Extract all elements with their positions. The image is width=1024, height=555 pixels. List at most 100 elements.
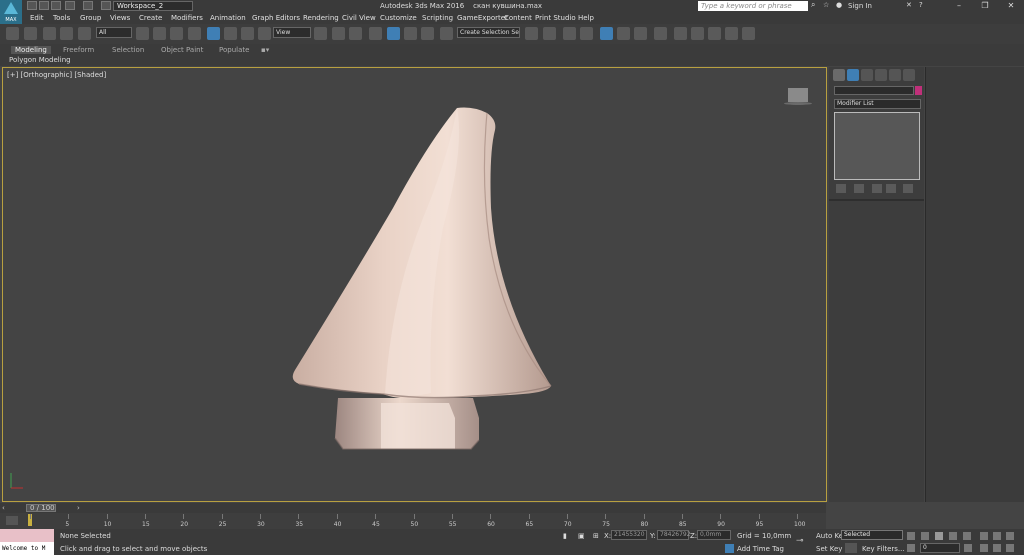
edit-named-selection-icon[interactable]: [440, 27, 453, 40]
select-rotate-icon[interactable]: [224, 27, 237, 40]
project-folder-icon[interactable]: [101, 1, 111, 10]
tab-populate[interactable]: Populate: [219, 46, 249, 54]
time-slider[interactable]: 0 / 100 ‹ ›: [0, 503, 826, 513]
menu-animation[interactable]: Animation: [210, 14, 246, 22]
selection-lock-icon[interactable]: ▣: [578, 532, 585, 540]
sign-in-button[interactable]: Sign In: [848, 2, 872, 10]
set-key-button[interactable]: Set Key: [816, 545, 842, 553]
menu-print-studio[interactable]: Print Studio: [535, 14, 576, 22]
menu-group[interactable]: Group: [80, 14, 101, 22]
exchange-icon[interactable]: ✕: [906, 1, 916, 10]
time-configuration-icon[interactable]: [964, 544, 972, 552]
tab-modeling[interactable]: Modeling: [11, 46, 51, 54]
maxscript-mini-listener[interactable]: Welcome to M: [0, 542, 54, 555]
set-keys-key-icon[interactable]: ⊸: [796, 536, 804, 546]
selection-filter-dropdown[interactable]: All: [96, 27, 132, 38]
app-logo-button[interactable]: MAX: [0, 0, 22, 24]
isolate-selection-icon[interactable]: ▮: [563, 532, 567, 540]
motion-tab-icon[interactable]: [875, 69, 887, 81]
object-name-field[interactable]: [834, 86, 914, 95]
previous-key-icon[interactable]: [921, 532, 929, 540]
schematic-view-icon[interactable]: [617, 27, 630, 40]
align-icon[interactable]: [543, 27, 556, 40]
play-icon[interactable]: [935, 532, 943, 540]
render-iterative-icon[interactable]: [708, 27, 721, 40]
link-icon[interactable]: [43, 27, 56, 40]
show-end-result-icon[interactable]: [854, 184, 864, 193]
utilities-tab-icon[interactable]: [903, 69, 915, 81]
bind-space-warp-icon[interactable]: [78, 27, 91, 40]
communication-icon[interactable]: ☆: [823, 1, 833, 10]
z-coordinate-field[interactable]: 0,0mm: [697, 530, 731, 540]
menu-edit[interactable]: Edit: [30, 14, 44, 22]
viewport-orthographic[interactable]: [+] [Orthographic] [Shaded]: [2, 67, 827, 502]
undo-button-icon[interactable]: [6, 27, 19, 40]
spinner-snap-icon[interactable]: [421, 27, 434, 40]
minimize-icon[interactable]: –: [950, 1, 968, 11]
menu-tools[interactable]: Tools: [53, 14, 70, 22]
go-to-start-icon[interactable]: [907, 532, 915, 540]
display-tab-icon[interactable]: [889, 69, 901, 81]
select-object-icon[interactable]: [136, 27, 149, 40]
make-unique-icon[interactable]: [872, 184, 882, 193]
unlink-icon[interactable]: [60, 27, 73, 40]
tab-freeform[interactable]: Freeform: [63, 46, 94, 54]
toggle-ribbon-icon[interactable]: [580, 27, 593, 40]
menu-help[interactable]: Help: [578, 14, 594, 22]
field-of-view-icon[interactable]: [980, 544, 988, 552]
maxscript-listener[interactable]: [0, 529, 54, 542]
x-coordinate-field[interactable]: 21455320: [611, 530, 647, 540]
undo-icon[interactable]: [65, 1, 75, 10]
menu-scripting[interactable]: Scripting: [422, 14, 453, 22]
track-bar[interactable]: 5 10 15 20 25 30 35 40 45 50 55 60 65 70 75 80 85 90 95 100: [0, 513, 826, 529]
rect-selection-icon[interactable]: [170, 27, 183, 40]
modifier-stack[interactable]: [834, 112, 920, 180]
menu-create[interactable]: Create: [139, 14, 162, 22]
mirror-icon[interactable]: [525, 27, 538, 40]
select-move-icon[interactable]: [207, 27, 220, 40]
modify-tab-icon[interactable]: [847, 69, 859, 81]
help-icon[interactable]: ?: [919, 1, 929, 10]
zoom-all-icon[interactable]: [993, 532, 1001, 540]
curve-editor-icon[interactable]: [600, 27, 613, 40]
save-file-icon[interactable]: [51, 1, 61, 10]
absolute-mode-icon[interactable]: ⊞: [593, 532, 599, 540]
angle-snap-icon[interactable]: [387, 27, 400, 40]
menu-modifiers[interactable]: Modifiers: [171, 14, 203, 22]
redo-icon[interactable]: [83, 1, 93, 10]
pivot-center-icon[interactable]: [314, 27, 327, 40]
search-input[interactable]: Type a keyword or phrase: [698, 1, 808, 11]
current-frame-field[interactable]: 0: [920, 543, 960, 553]
ribbon-options-icon[interactable]: ▪▾: [261, 46, 269, 54]
orbit-icon[interactable]: [1006, 544, 1014, 552]
prev-frame-icon[interactable]: ‹: [2, 504, 10, 512]
render-production-icon[interactable]: [691, 27, 704, 40]
layer-explorer-icon[interactable]: [563, 27, 576, 40]
close-icon[interactable]: ✕: [1002, 1, 1020, 11]
menu-gameexporter[interactable]: GameExporter: [457, 14, 508, 22]
search-icon[interactable]: ⌕: [811, 1, 821, 10]
pan-view-icon[interactable]: [993, 544, 1001, 552]
material-editor-icon[interactable]: [634, 27, 647, 40]
reference-coord-dropdown[interactable]: View: [273, 27, 311, 38]
jug-scan-object[interactable]: [3, 68, 826, 501]
zoom-icon[interactable]: [980, 532, 988, 540]
open-file-icon[interactable]: [39, 1, 49, 10]
menu-customize[interactable]: Customize: [380, 14, 417, 22]
restore-icon[interactable]: ❐: [976, 1, 994, 11]
render-cloud-icon[interactable]: [725, 27, 738, 40]
user-icon[interactable]: ●: [836, 1, 846, 10]
ribbon-panel-polygon-modeling[interactable]: Polygon Modeling: [9, 56, 71, 64]
create-tab-icon[interactable]: [833, 69, 845, 81]
named-selection-dropdown[interactable]: Create Selection Se: [457, 27, 520, 38]
snaps-toggle-icon[interactable]: [369, 27, 382, 40]
menu-rendering[interactable]: Rendering: [303, 14, 339, 22]
select-scale-icon[interactable]: [241, 27, 254, 40]
pin-stack-icon[interactable]: [836, 184, 846, 193]
new-file-icon[interactable]: [27, 1, 37, 10]
mini-curve-editor-icon[interactable]: [6, 516, 18, 525]
select-manipulate-icon[interactable]: [332, 27, 345, 40]
add-time-tag-button[interactable]: Add Time Tag: [737, 545, 784, 553]
key-mode-toggle-icon[interactable]: [907, 544, 915, 552]
key-mode-selected-dropdown[interactable]: Selected: [841, 530, 903, 540]
